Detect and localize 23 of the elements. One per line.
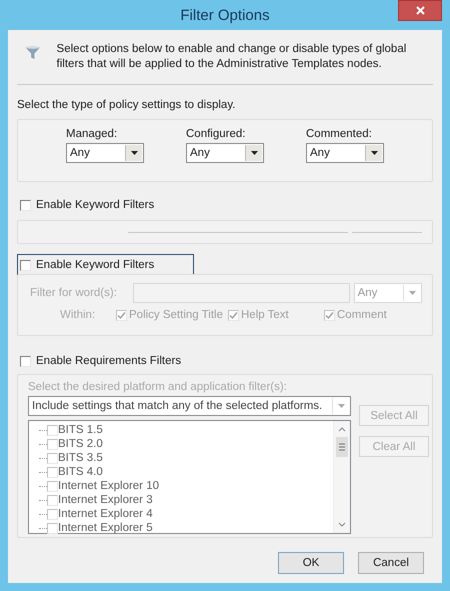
caret-icon bbox=[370, 151, 378, 155]
dropdown-label: Commented: bbox=[306, 128, 373, 140]
checkbox[interactable] bbox=[20, 200, 31, 210]
window-title: Filter Options bbox=[180, 6, 270, 24]
filter-label: Filter for word(s): bbox=[30, 287, 117, 299]
dropdown-label: Managed: bbox=[66, 128, 118, 140]
keyword-filter-checkbox-row[interactable]: Enable Keyword Filters bbox=[17, 194, 433, 216]
dropdown[interactable]: Any bbox=[186, 143, 264, 163]
platform-prompt: Select the desired platform and application filter(s): bbox=[28, 381, 288, 393]
dropdown[interactable]: Any bbox=[306, 143, 384, 163]
dropdown-label: Configured: bbox=[186, 128, 246, 140]
intro-text: Select options below to enable and change or disable types of global filters that will be applied to the Administrative Templates nodes. bbox=[56, 42, 408, 72]
dropdown[interactable]: Any bbox=[66, 143, 144, 163]
caret-icon bbox=[338, 404, 344, 408]
dialog-button[interactable]: OK bbox=[278, 552, 344, 574]
close-icon bbox=[416, 6, 424, 15]
within-label: Within: bbox=[59, 309, 96, 321]
policy-type-label: Select the type of policy settings to display. bbox=[17, 99, 236, 111]
dialog-button[interactable]: Cancel bbox=[358, 552, 424, 574]
caret-icon bbox=[408, 291, 416, 295]
caret-icon bbox=[250, 151, 258, 155]
caret-icon bbox=[130, 151, 138, 155]
close-button[interactable] bbox=[398, 0, 442, 21]
